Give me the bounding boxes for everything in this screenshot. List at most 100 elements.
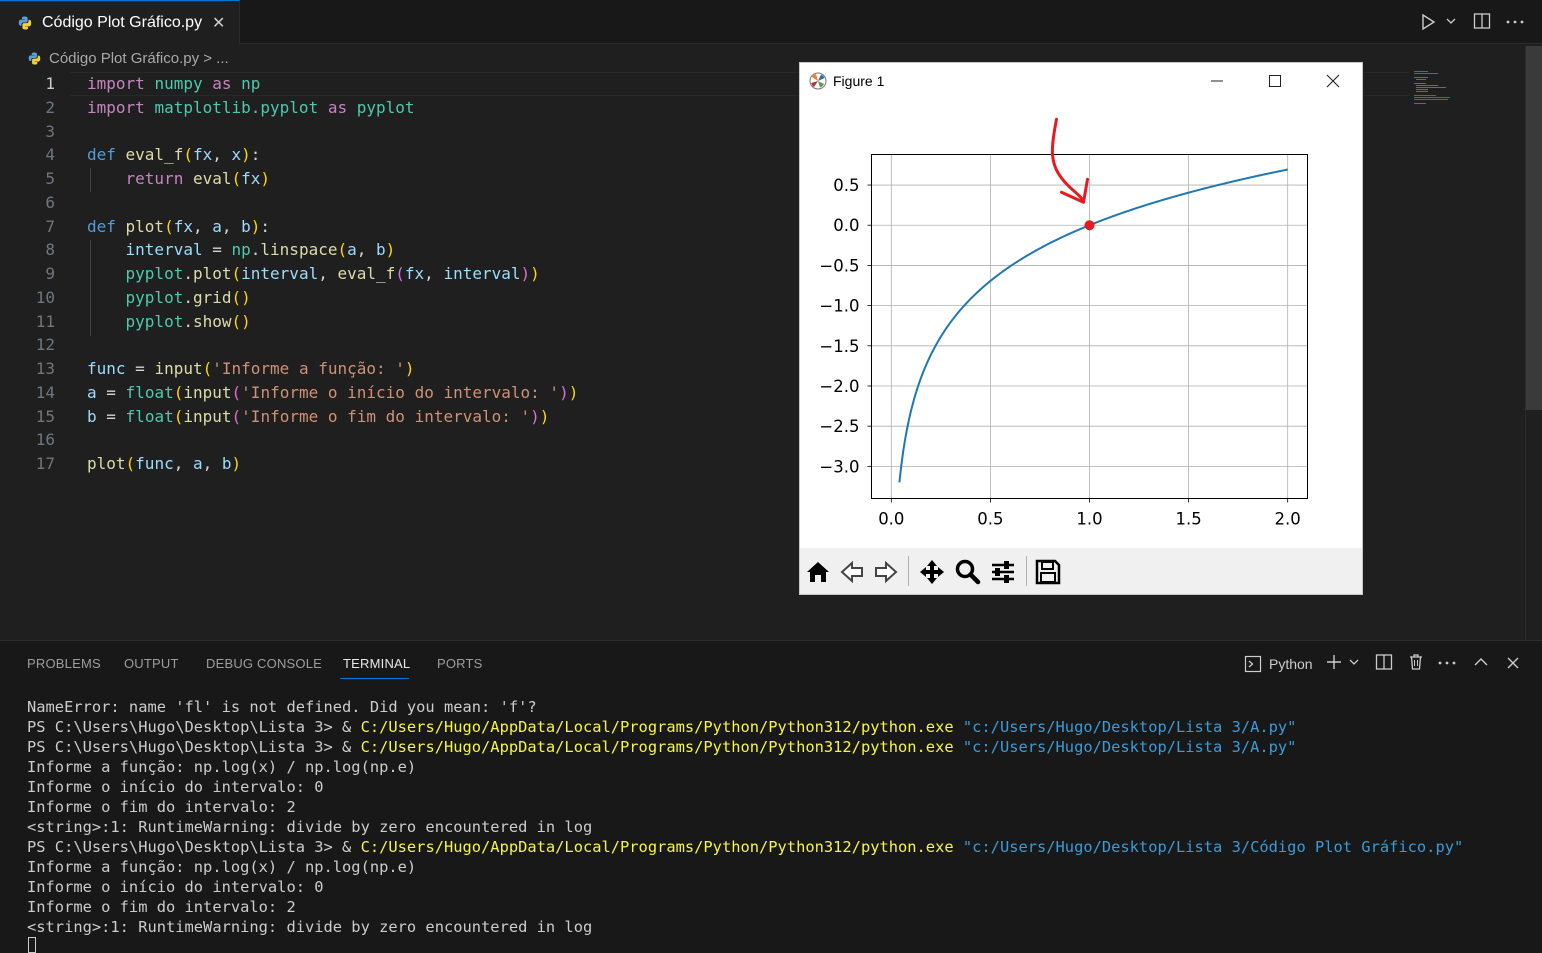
code-token: , <box>173 454 193 473</box>
code-token: . <box>183 264 193 283</box>
code-text: def eval_f(fx, x): <box>87 143 260 167</box>
grid-lines <box>871 154 1308 499</box>
plus-icon[interactable] <box>1325 653 1343 671</box>
code-token: input <box>183 382 232 402</box>
code-token: interval <box>125 240 203 260</box>
split-editor-icon[interactable] <box>1473 12 1491 30</box>
close-icon[interactable]: ✕ <box>212 13 225 32</box>
code-token: def <box>87 145 126 165</box>
terminal-line: Informe o início do intervalo: 0 <box>27 877 324 897</box>
tab-output[interactable]: OUTPUT <box>124 656 179 671</box>
code-token: a <box>87 382 97 402</box>
python-file-icon <box>28 52 41 65</box>
terminal-text: <string>:1: RuntimeWarning: divide by ze… <box>27 918 593 936</box>
code-text: func = input('Informe a função: ') <box>87 357 415 381</box>
terminal-text: C:/Users/Hugo/AppData/Local/Programs/Pyt… <box>360 738 963 756</box>
chevron-down-icon[interactable] <box>1446 18 1456 26</box>
code-token: ) <box>559 382 569 402</box>
code-token: fx <box>241 169 261 188</box>
code-token: input <box>154 359 203 378</box>
forward-icon[interactable] <box>872 558 900 586</box>
home-icon[interactable] <box>804 558 832 586</box>
plot-canvas[interactable]: 0.0 0.5 1.0 1.5 2.0 0.5 0.0 −0.5 −1.0 −1.5 −2.0 −2.… <box>800 99 1362 548</box>
code-token: def <box>87 216 126 236</box>
y-tick-label: −0.5 <box>819 256 859 275</box>
code-token: , <box>221 216 242 236</box>
y-tick-label: 0.0 <box>833 216 859 235</box>
terminal-text: PS C:\Users\Hugo\Desktop\Lista 3> & <box>27 838 361 856</box>
code-token: eval_f <box>125 145 184 165</box>
zoom-icon[interactable] <box>954 558 982 586</box>
configure-icon[interactable] <box>989 558 1017 586</box>
breadcrumb[interactable]: Código Plot Gráfico.py > ... <box>0 46 790 72</box>
split-terminal-icon[interactable] <box>1375 653 1393 671</box>
maximize-panel-icon[interactable] <box>1473 656 1489 668</box>
code-token: show <box>192 311 232 331</box>
code-token: ( <box>337 240 348 260</box>
y-tick-label: −2.0 <box>819 377 859 396</box>
pan-icon[interactable] <box>918 558 946 586</box>
code-token: plot <box>87 454 126 473</box>
code-token: ) <box>568 382 579 402</box>
code-token: b <box>221 454 232 473</box>
code-token: ( <box>173 382 184 402</box>
code-token: ) <box>385 240 396 260</box>
figure-titlebar[interactable]: Figure 1 <box>800 63 1362 99</box>
terminal-icon[interactable] <box>1244 655 1262 673</box>
run-icon[interactable] <box>1420 12 1436 32</box>
code-token: , <box>356 240 377 260</box>
code-token: input <box>183 406 232 426</box>
x-tick-label: 0.5 <box>977 510 1003 529</box>
code-token: ( <box>231 406 242 426</box>
code-token: () <box>231 287 251 307</box>
minimize-icon[interactable] <box>1202 71 1232 91</box>
more-actions-icon[interactable] <box>1506 20 1524 24</box>
terminal-text: "c:/Users/Hugo/Desktop/Lista 3/A.py" <box>962 718 1297 736</box>
code-token: a <box>192 454 203 473</box>
line-number: 17 <box>35 454 55 473</box>
terminal-shell-name[interactable]: Python <box>1269 656 1313 672</box>
tab-terminal[interactable]: TERMINAL <box>343 656 410 671</box>
line-number: 13 <box>35 359 55 378</box>
terminal-line: PS C:\Users\Hugo\Desktop\Lista 3> & C:/U… <box>27 717 1296 737</box>
code-token: : <box>260 216 271 236</box>
trash-icon[interactable] <box>1407 653 1425 671</box>
y-tick-label: 0.5 <box>833 176 859 195</box>
editor-tab-active[interactable]: Código Plot Gráfico.py ✕ <box>0 0 240 44</box>
code-text: pyplot.grid() <box>87 286 251 310</box>
terminal-line: NameError: name 'fl' is not defined. Did… <box>27 697 537 717</box>
matplotlib-figure-window[interactable]: Figure 1 0.0 0.5 1.0 1.5 2.0 0.5 0.0 −0.5 −1.0 −1… <box>799 62 1363 595</box>
code-token: grid <box>192 287 232 307</box>
more-actions-icon[interactable] <box>1438 661 1456 665</box>
close-icon[interactable] <box>1318 71 1348 91</box>
terminal-text: Informe a função: np.log(x) / np.log(np.… <box>27 858 417 876</box>
chevron-down-icon[interactable] <box>1349 659 1359 667</box>
code-token: interval <box>443 264 521 283</box>
save-icon[interactable] <box>1034 558 1062 586</box>
figure-title: Figure 1 <box>833 73 885 89</box>
x-tick-label: 2.0 <box>1275 510 1301 529</box>
code-token: interval <box>241 264 319 283</box>
code-token: plot <box>125 216 165 236</box>
line-number: 6 <box>45 192 55 212</box>
terminal-text: Informe a função: np.log(x) / np.log(np.… <box>27 758 417 776</box>
line-number: 11 <box>35 311 55 331</box>
terminal-text: "c:/Users/Hugo/Desktop/Lista 3/A.py" <box>962 738 1297 756</box>
tab-problems[interactable]: PROBLEMS <box>27 656 101 671</box>
code-token: return <box>125 169 193 188</box>
editor-scrollbar-thumb[interactable] <box>1526 46 1542 410</box>
back-icon[interactable] <box>838 558 866 586</box>
tab-ports[interactable]: PORTS <box>437 656 483 671</box>
code-text: a = float(input('Informe o início do int… <box>87 381 578 405</box>
code-token: eval_f <box>337 264 396 283</box>
tab-debug-console[interactable]: DEBUG CONSOLE <box>206 656 322 671</box>
code-token: 'Informe a função: ' <box>212 359 405 378</box>
figure-toolbar <box>800 548 1362 594</box>
code-token: = <box>96 406 126 426</box>
maximize-icon[interactable] <box>1260 71 1290 91</box>
line-number: 9 <box>45 264 55 283</box>
code-token: b <box>376 240 386 260</box>
minimap[interactable] <box>1410 70 1470 110</box>
terminal-text: Informe o início do intervalo: 0 <box>27 878 324 896</box>
close-icon[interactable] <box>1505 655 1521 671</box>
